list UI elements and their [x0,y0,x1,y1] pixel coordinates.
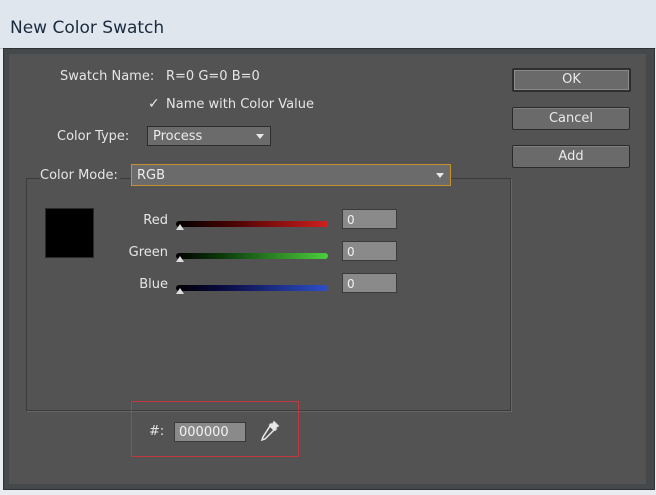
hex-label: #: [149,424,165,439]
blue-value-field[interactable]: 0 [342,273,397,293]
checkmark-icon[interactable]: ✓ [148,96,160,112]
add-button[interactable]: Add [512,145,630,168]
green-label: Green [128,245,168,260]
red-label: Red [143,213,168,228]
red-slider-track[interactable] [176,221,328,227]
blue-slider-track[interactable] [176,285,328,291]
swatch-name-value[interactable]: R=0 G=0 B=0 [166,69,260,84]
chevron-down-icon [436,173,444,178]
green-slider-thumb[interactable] [176,256,184,262]
cancel-button[interactable]: Cancel [512,107,630,130]
color-mode-dropdown[interactable]: RGB [131,164,451,186]
name-with-color-value-label[interactable]: Name with Color Value [166,97,314,112]
green-value-field[interactable]: 0 [342,241,397,261]
eyedropper-icon[interactable] [258,418,282,448]
title-bar: New Color Swatch [0,0,656,49]
color-type-dropdown[interactable]: Process [147,126,271,146]
color-type-value: Process [153,129,203,144]
hex-value-field[interactable]: 000000 [174,422,246,442]
red-value-field[interactable]: 0 [342,209,397,229]
color-mode-label: Color Mode: [40,168,120,183]
swatch-name-label: Swatch Name: [60,69,155,84]
color-mode-value: RGB [137,168,166,183]
green-slider-track[interactable] [176,253,328,259]
ok-button[interactable]: OK [512,68,631,92]
color-type-label: Color Type: [57,129,130,144]
color-mode-panel [26,178,511,411]
red-slider-thumb[interactable] [176,224,184,230]
blue-slider-thumb[interactable] [176,288,184,294]
window-title: New Color Swatch [10,18,165,38]
blue-label: Blue [139,277,168,292]
chevron-down-icon [256,134,264,139]
color-preview-swatch [45,208,94,258]
